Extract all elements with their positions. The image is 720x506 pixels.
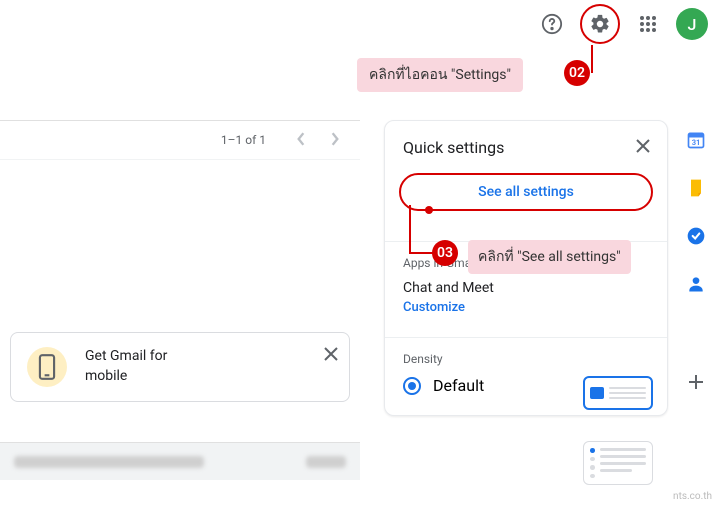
apps-grid-icon[interactable] — [628, 4, 668, 44]
density-section: Density Default — [385, 337, 667, 395]
blurred-text — [306, 456, 346, 468]
settings-icon[interactable] — [584, 8, 616, 40]
annotation-line — [591, 45, 593, 73]
add-app-icon[interactable] — [686, 370, 706, 398]
annotation-badge-03: 03 — [432, 240, 458, 266]
help-icon[interactable] — [532, 4, 572, 44]
annotation-line — [409, 252, 433, 254]
density-default-label: Default — [433, 376, 484, 395]
calendar-app-icon[interactable]: 31 — [686, 130, 706, 150]
avatar[interactable]: J — [676, 8, 708, 40]
quick-settings-title: Quick settings — [403, 138, 504, 157]
see-all-label: See all settings — [478, 184, 574, 200]
apps-row-title: Chat and Meet — [403, 280, 649, 296]
chat-meet-preview — [583, 441, 653, 485]
annotation-dot — [425, 206, 433, 214]
next-page-button[interactable] — [326, 126, 344, 155]
annotation-text: คลิกที่ "See all settings" — [478, 246, 621, 268]
list-header: 1–1 of 1 — [0, 120, 360, 160]
svg-text:31: 31 — [692, 138, 701, 147]
close-icon[interactable] — [635, 135, 651, 159]
promo-card: Get Gmail for mobile — [10, 332, 350, 402]
annotation-callout-02: คลิกที่ไอคอน "Settings" — [357, 58, 523, 92]
contacts-app-icon[interactable] — [686, 274, 706, 294]
mobile-icon — [27, 347, 67, 387]
promo-text: Get Gmail for mobile — [85, 347, 167, 386]
watermark: nts.co.th — [673, 491, 712, 502]
annotation-text: คลิกที่ไอคอน "Settings" — [369, 64, 511, 86]
tasks-app-icon[interactable] — [686, 226, 706, 246]
annotation-line — [409, 205, 411, 253]
prev-page-button[interactable] — [292, 126, 310, 155]
list-item[interactable] — [0, 442, 360, 480]
section-label: Density — [403, 352, 649, 366]
mail-list-column: 1–1 of 1 Get Gmail for mobile — [0, 120, 360, 480]
blurred-text — [14, 456, 204, 468]
side-panel: 31 — [672, 130, 720, 398]
promo-line1: Get Gmail for — [85, 347, 167, 367]
list-count: 1–1 of 1 — [221, 133, 266, 147]
promo-line2: mobile — [85, 367, 167, 387]
keep-app-icon[interactable] — [686, 178, 706, 198]
see-all-settings-button[interactable]: See all settings — [399, 173, 653, 211]
customize-link[interactable]: Customize — [403, 300, 649, 315]
close-icon[interactable] — [323, 343, 339, 367]
density-preview — [583, 376, 653, 410]
annotation-badge-02: 02 — [564, 60, 590, 86]
settings-icon-highlight — [580, 4, 620, 44]
radio-selected-icon — [403, 377, 421, 395]
annotation-callout-03: คลิกที่ "See all settings" — [468, 240, 631, 274]
